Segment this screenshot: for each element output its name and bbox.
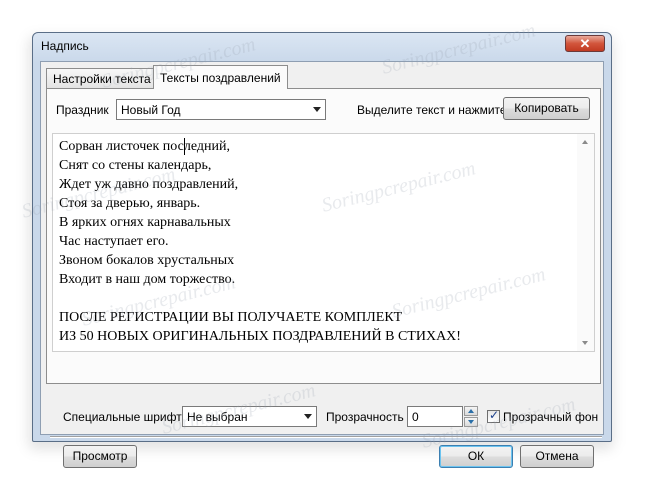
text-line: В ярких огнях карнавальных — [59, 215, 231, 230]
special-fonts-value: Не выбран — [187, 410, 248, 424]
chevron-down-icon — [313, 107, 321, 112]
greeting-text: Сорван листочек последний, Снят со стены … — [59, 137, 461, 346]
text-line: Снят со стены календарь, — [59, 158, 212, 173]
close-icon: ✕ — [579, 36, 591, 51]
text-line: Ждет уж давно поздравлений, — [59, 177, 239, 192]
special-fonts-select[interactable]: Не выбран — [182, 406, 317, 427]
text-line: ИЗ 50 НОВЫХ ОРИГИНАЛЬНЫХ ПОЗДРАВЛЕНИЙ В … — [59, 329, 461, 344]
text-caret — [184, 138, 185, 155]
copy-hint: Выделите текст и нажмите — [357, 103, 507, 117]
text-line: Входит в наш дом торжество. — [59, 272, 236, 287]
vertical-scrollbar[interactable] — [577, 134, 594, 351]
transparent-bg-checkbox[interactable] — [487, 408, 500, 423]
text-line: Стоя за дверью, январь. — [59, 196, 201, 211]
dialog-window: Надпись ✕ Настройки текста Тексты поздра… — [32, 32, 612, 468]
stepper-down-icon[interactable] — [464, 417, 478, 427]
chevron-down-icon — [304, 414, 312, 419]
scroll-up-icon[interactable] — [582, 140, 588, 144]
transparency-stepper[interactable] — [464, 406, 478, 427]
scroll-down-icon[interactable] — [582, 341, 588, 345]
title-bar[interactable]: Надпись ✕ — [33, 33, 611, 59]
cancel-button[interactable]: Отмена — [520, 445, 594, 468]
transparency-value: 0 — [412, 410, 419, 424]
text-line — [59, 289, 461, 308]
greeting-text-area[interactable]: Сорван листочек последний, Снят со стены … — [52, 133, 595, 352]
text-line: Сорван листочек последний, — [59, 139, 230, 154]
transparency-label: Прозрачность — [326, 410, 404, 424]
close-button[interactable]: ✕ — [565, 35, 605, 52]
ok-button[interactable]: ОК — [439, 445, 513, 468]
holiday-label: Праздник — [56, 103, 109, 117]
stepper-up-icon[interactable] — [464, 406, 478, 416]
text-line: Звоном бокалов хрустальных — [59, 253, 235, 268]
divider — [50, 436, 602, 438]
text-line: ПОСЛЕ РЕГИСТРАЦИИ ВЫ ПОЛУЧАЕТЕ КОМПЛЕКТ — [59, 310, 403, 325]
holiday-select[interactable]: Новый Год — [116, 99, 326, 120]
text-line: Час наступает его. — [59, 234, 169, 249]
transparency-input[interactable]: 0 — [407, 406, 463, 427]
tab-text-settings[interactable]: Настройки текста — [46, 68, 158, 88]
copy-button[interactable]: Копировать — [503, 97, 590, 120]
holiday-select-value: Новый Год — [121, 103, 181, 117]
transparent-bg-label: Прозрачный фон — [503, 410, 599, 424]
tab-greeting-texts[interactable]: Тексты поздравлений — [153, 65, 288, 89]
dialog-client: Настройки текста Тексты поздравлений Пра… — [40, 61, 604, 468]
tab-panel: Праздник Новый Год Выделите текст и нажм… — [46, 88, 601, 384]
preview-button[interactable]: Просмотр — [63, 445, 137, 468]
window-title: Надпись — [41, 39, 89, 53]
special-fonts-label: Специальные шрифты — [63, 410, 191, 424]
